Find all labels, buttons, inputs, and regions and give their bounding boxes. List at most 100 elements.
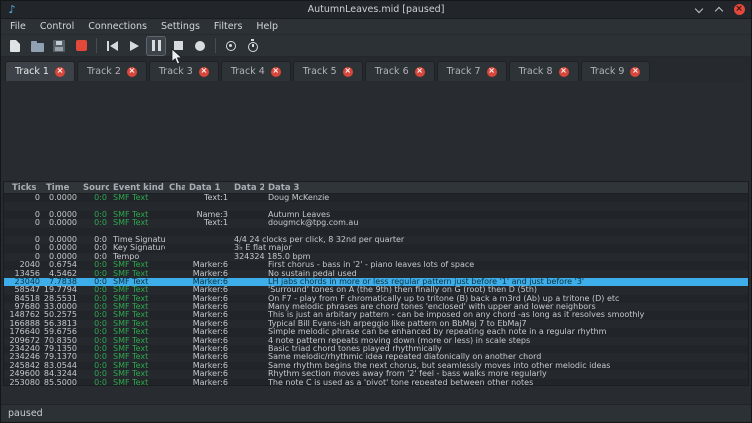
menu-item-connections[interactable]: Connections <box>81 19 154 35</box>
event-row[interactable]: 00.00000:0SMF TextText:1Doug McKenzie <box>4 194 748 202</box>
record-arm-button[interactable] <box>71 36 91 56</box>
cell-d1 <box>185 253 230 261</box>
event-row[interactable]: 8451828.55310:0SMF TextMarker:6On F7 - p… <box>4 295 748 303</box>
cell-d2 <box>230 311 264 319</box>
save-file-button[interactable] <box>49 36 69 56</box>
event-row[interactable]: 134564.54620:0SMF TextMarker:6No sustain… <box>4 270 748 278</box>
loop-button[interactable] <box>221 36 241 56</box>
event-row[interactable]: 23424679.13700:0SMF TextMarker:6Same mel… <box>4 353 748 361</box>
cell-d3 <box>264 236 748 244</box>
tab-track-9[interactable]: Track 9 <box>581 61 651 81</box>
event-row[interactable]: 25308085.50000:0SMF TextMarker:6The note… <box>4 379 748 385</box>
column-header-chan[interactable]: Chan <box>165 182 185 193</box>
tab-close-icon[interactable] <box>559 67 569 77</box>
cell-chan <box>165 328 185 336</box>
cell-source: 0:0 <box>79 379 109 385</box>
menu-item-filters[interactable]: Filters <box>207 19 249 35</box>
cell-chan <box>165 353 185 361</box>
tab-track-7[interactable]: Track 7 <box>437 61 507 81</box>
cell-chan <box>165 278 185 286</box>
event-row[interactable]: 230407.78380:0SMF TextMarker:6LH jabs ch… <box>4 278 748 286</box>
cell-d1: Marker:6 <box>185 295 230 303</box>
minimize-button[interactable] <box>691 3 707 17</box>
loop-icon <box>226 41 236 51</box>
menu-item-help[interactable]: Help <box>249 19 285 35</box>
column-header-ticks[interactable]: Ticks <box>4 182 42 193</box>
event-row[interactable]: 00.00000:0Time Signature4/4 24 clocks pe… <box>4 236 748 244</box>
cell-ticks: 249600 <box>4 370 42 378</box>
tab-track-8[interactable]: Track 8 <box>509 61 579 81</box>
event-row[interactable]: 00.00000:0Key Signature3♭ E flat major <box>4 244 748 252</box>
cell-d1 <box>185 202 230 210</box>
pause-button[interactable] <box>146 36 166 56</box>
tab-track-4[interactable]: Track 4 <box>221 61 291 81</box>
event-row[interactable]: 24584283.05440:0SMF TextMarker:6Same rhy… <box>4 362 748 370</box>
cell-kind: SMF Text <box>109 295 165 303</box>
event-row[interactable]: 00.00000:0SMF TextName:3Autumn Leaves <box>4 211 748 219</box>
tab-close-icon[interactable] <box>630 67 640 77</box>
menu-item-settings[interactable]: Settings <box>154 19 207 35</box>
event-row[interactable]: 17664059.67560:0SMF TextMarker:6Simple m… <box>4 328 748 336</box>
event-row[interactable]: 20967270.83500:0SMF TextMarker:64 note p… <box>4 337 748 345</box>
maximize-button[interactable] <box>711 3 727 17</box>
event-row[interactable]: 24960084.32440:0SMF TextMarker:6Rhythm s… <box>4 370 748 378</box>
close-button[interactable] <box>731 3 747 17</box>
event-row-blank[interactable] <box>4 202 748 210</box>
event-row[interactable]: 16688856.38130:0SMF TextMarker:6Typical … <box>4 320 748 328</box>
cell-ticks: 176640 <box>4 328 42 336</box>
tab-track-5[interactable]: Track 5 <box>293 61 363 81</box>
cell-kind: SMF Text <box>109 303 165 311</box>
column-header-time[interactable]: Time <box>42 182 79 193</box>
cell-source <box>79 202 109 210</box>
cell-time: 0.0000 <box>42 253 79 261</box>
tab-track-2[interactable]: Track 2 <box>77 61 147 81</box>
window-controls <box>691 3 747 17</box>
tab-close-icon[interactable] <box>127 67 137 77</box>
cell-d1 <box>185 228 230 236</box>
event-row[interactable]: 9768033.00000:0SMF TextMarker:6Many melo… <box>4 303 748 311</box>
tab-close-icon[interactable] <box>487 67 497 77</box>
event-row[interactable]: 20400.67540:0SMF TextMarker:6First choru… <box>4 261 748 269</box>
cell-d1: Marker:6 <box>185 278 230 286</box>
timer-icon <box>248 42 258 52</box>
tab-close-icon[interactable] <box>199 67 209 77</box>
tab-close-icon[interactable] <box>343 67 353 77</box>
column-header-data-2[interactable]: Data 2 <box>230 182 264 193</box>
event-row[interactable]: 5854719.77940:0SMF TextMarker:6'Surround… <box>4 286 748 294</box>
event-row[interactable]: 00.00000:0Tempo324324 185.0 bpm <box>4 253 748 261</box>
event-row[interactable]: 00.00000:0SMF TextText:1dougmck@tpg.com.… <box>4 219 748 227</box>
record-icon <box>195 41 205 51</box>
tab-bar: Track 1Track 2Track 3Track 4Track 5Track… <box>1 57 751 81</box>
cell-time: 0.0000 <box>42 219 79 227</box>
cell-ticks: 97680 <box>4 303 42 311</box>
record-button[interactable] <box>190 36 210 56</box>
cell-time: 83.0544 <box>42 362 79 370</box>
cell-ticks: 245842 <box>4 362 42 370</box>
event-row[interactable]: 14876250.25750:0SMF TextMarker:6This is … <box>4 311 748 319</box>
tab-close-icon[interactable] <box>415 67 425 77</box>
cell-source: 0:0 <box>79 345 109 353</box>
tab-close-icon[interactable] <box>55 67 65 77</box>
column-header-event-kind[interactable]: Event kind <box>109 182 165 193</box>
new-file-button[interactable] <box>5 36 25 56</box>
tab-track-3[interactable]: Track 3 <box>149 61 219 81</box>
tab-track-6[interactable]: Track 6 <box>365 61 435 81</box>
toolbar <box>1 35 751 57</box>
cell-kind: SMF Text <box>109 311 165 319</box>
menu-item-control[interactable]: Control <box>33 19 81 35</box>
event-row[interactable]: 23424079.13500:0SMF TextMarker:6Basic tr… <box>4 345 748 353</box>
menu-item-file[interactable]: File <box>3 19 33 35</box>
cell-chan <box>165 295 185 303</box>
column-header-data-1[interactable]: Data 1 <box>185 182 230 193</box>
timer-button[interactable] <box>243 36 263 56</box>
open-file-button[interactable] <box>27 36 47 56</box>
column-header-source[interactable]: Source <box>79 182 109 193</box>
skip-to-start-button[interactable] <box>102 36 122 56</box>
cell-d2 <box>230 320 264 328</box>
tab-close-icon[interactable] <box>271 67 281 77</box>
title-bar[interactable]: AutumnLeaves.mid [paused] <box>1 1 751 19</box>
column-header-data-3[interactable]: Data 3 <box>264 182 748 193</box>
tab-track-1[interactable]: Track 1 <box>5 61 75 81</box>
cell-kind: SMF Text <box>109 328 165 336</box>
play-button[interactable] <box>124 36 144 56</box>
